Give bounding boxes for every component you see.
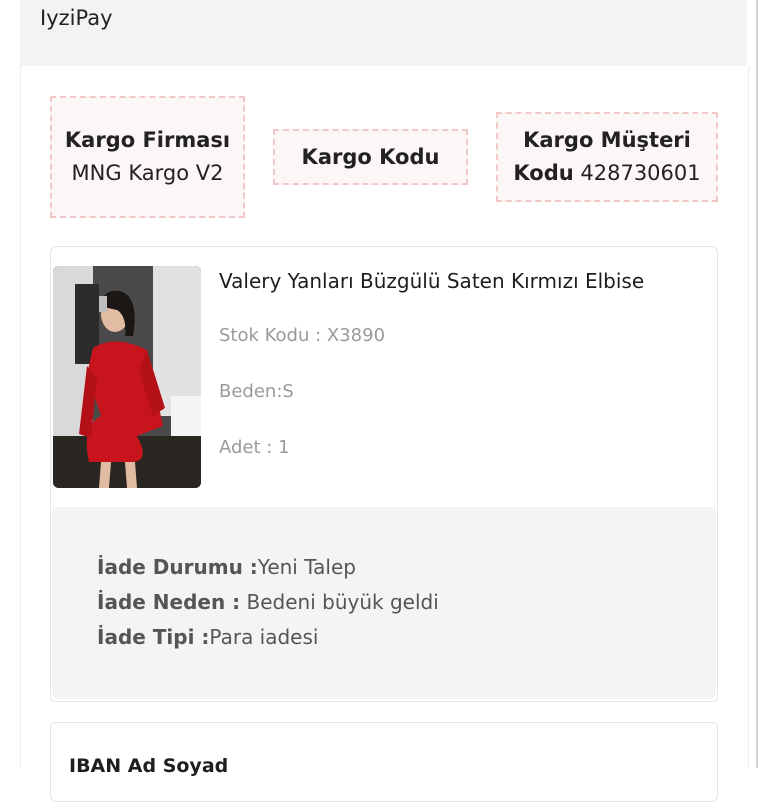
cargo-customer-code-value: 428730601 (580, 161, 701, 185)
return-type-line: İade Tipi :Para iadesi (97, 625, 318, 649)
iban-title: IBAN Ad Soyad (69, 755, 229, 777)
cargo-code-box: Kargo Kodu (273, 129, 468, 185)
return-reason-line: İade Neden : Bedeni büyük geldi (97, 590, 439, 614)
return-status-value: Yeni Talep (257, 555, 356, 579)
iban-card: IBAN Ad Soyad (50, 722, 718, 802)
app-title: IyziPay (40, 6, 113, 30)
scrollbar[interactable] (752, 0, 768, 768)
product-photo-illustration (53, 266, 201, 488)
product-quantity: Adet : 1 (219, 437, 290, 458)
scrollbar-track[interactable] (756, 0, 758, 768)
cargo-company-label: Kargo Firması (64, 128, 231, 152)
return-type-value: Para iadesi (209, 625, 319, 649)
return-reason-label: İade Neden : (97, 590, 241, 614)
product-title: Valery Yanları Büzgülü Saten Kırmızı Elb… (219, 269, 645, 293)
header-bar: IyziPay (20, 0, 747, 67)
product-image[interactable] (53, 266, 201, 488)
return-info-panel: İade Durumu :Yeni Talep İade Neden : Bed… (52, 507, 716, 699)
cargo-company-box: Kargo Firması MNG Kargo V2 (50, 96, 245, 218)
return-reason-value: Bedeni büyük geldi (240, 590, 439, 614)
product-size: Beden:S (219, 381, 294, 402)
product-card: Valery Yanları Büzgülü Saten Kırmızı Elb… (50, 246, 718, 702)
return-type-label: İade Tipi : (97, 625, 210, 649)
return-status-line: İade Durumu :Yeni Talep (97, 555, 356, 579)
cargo-company-value: MNG Kargo V2 (71, 161, 224, 185)
product-stock-code: Stok Kodu : X3890 (219, 325, 386, 346)
cargo-code-label: Kargo Kodu (301, 144, 440, 169)
cargo-customer-code-box: Kargo Müşteri Kodu 428730601 (496, 112, 718, 202)
return-status-label: İade Durumu : (97, 555, 258, 579)
